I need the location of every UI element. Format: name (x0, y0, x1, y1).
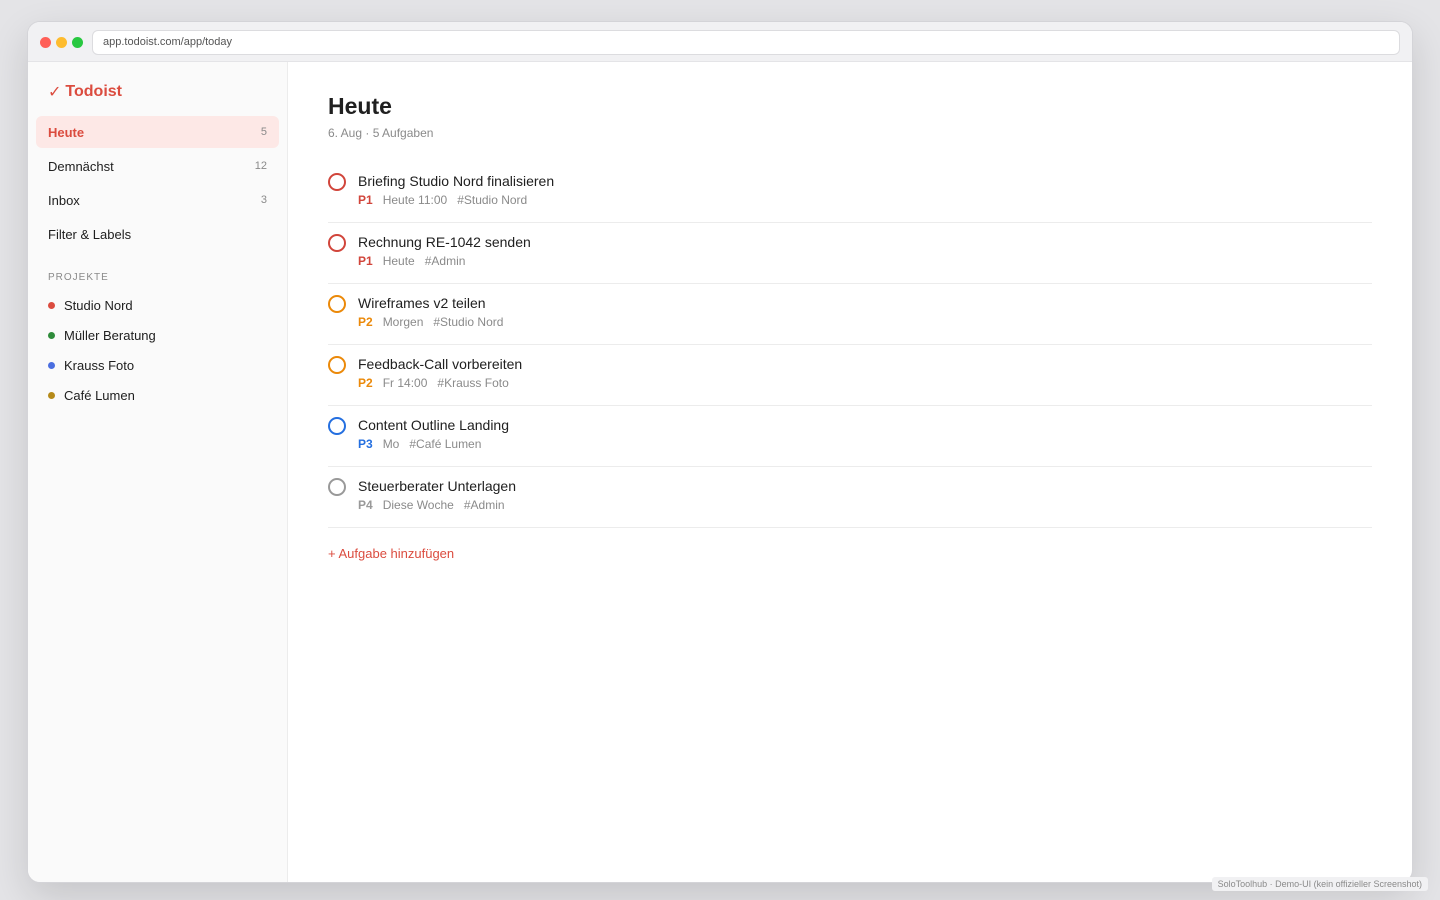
project-item-mueller-beratung[interactable]: Müller Beratung (36, 320, 279, 350)
projects-list: Studio Nord Müller Beratung Krauss Foto … (36, 290, 279, 410)
task-meta: P3 Mo #Café Lumen (358, 437, 509, 451)
sidebar-item-inbox[interactable]: Inbox 3 (36, 184, 279, 216)
task-priority: P3 (358, 437, 373, 451)
task-project-tag[interactable]: #Studio Nord (457, 193, 527, 207)
sidebar-item-filter-labels[interactable]: Filter & Labels (36, 218, 279, 250)
task-complete-checkbox[interactable] (328, 173, 346, 191)
task-body: Rechnung RE-1042 senden P1 Heute #Admin (358, 233, 531, 268)
project-name: Krauss Foto (64, 357, 135, 373)
close-window-button[interactable] (40, 37, 51, 48)
task-title[interactable]: Wireframes v2 teilen (358, 294, 503, 312)
task-title[interactable]: Rechnung RE-1042 senden (358, 233, 531, 251)
brand-logo[interactable]: ✓ Todoist (48, 82, 279, 102)
project-name: Café Lumen (64, 387, 135, 403)
task-priority: P1 (358, 193, 373, 207)
task-project-tag[interactable]: #Admin (464, 498, 505, 512)
project-item-studio-nord[interactable]: Studio Nord (36, 290, 279, 320)
task-body: Steuerberater Unterlagen P4 Diese Woche … (358, 477, 516, 512)
project-name: Studio Nord (64, 297, 133, 313)
projects-heading: PROJEKTE (48, 272, 109, 283)
task-meta: P1 Heute 11:00 #Studio Nord (358, 193, 554, 207)
page-subtitle: 6. Aug · 5 Aufgaben (328, 126, 434, 140)
task-meta: P2 Morgen #Studio Nord (358, 315, 503, 329)
app-container: ✓ Todoist Heute 5 Demnächst 12 Inbox 3 F… (28, 62, 1412, 882)
address-bar[interactable]: app.todoist.com/app/today (92, 30, 1400, 55)
task-complete-checkbox[interactable] (328, 417, 346, 435)
sidebar-item-count: 5 (260, 126, 267, 138)
project-color-dot-icon (48, 391, 55, 399)
project-item-cafe-lumen[interactable]: Café Lumen (36, 380, 279, 410)
task-row[interactable]: Content Outline Landing P3 Mo #Café Lume… (328, 406, 1372, 467)
task-due-date[interactable]: Heute 11:00 (383, 193, 448, 207)
browser-window: app.todoist.com/app/today ✓ Todoist Heut… (28, 22, 1412, 882)
sidebar-item-label: Demnächst (48, 158, 114, 174)
minimize-window-button[interactable] (56, 37, 67, 48)
task-priority: P2 (358, 315, 373, 329)
sidebar-item-count: 3 (260, 194, 267, 206)
sidebar-item-heute[interactable]: Heute 5 (36, 116, 279, 148)
task-row[interactable]: Steuerberater Unterlagen P4 Diese Woche … (328, 467, 1372, 528)
task-priority: P2 (358, 376, 373, 390)
project-item-krauss-foto[interactable]: Krauss Foto (36, 350, 279, 380)
task-list: Briefing Studio Nord finalisieren P1 Heu… (328, 162, 1372, 528)
sidebar-item-label: Filter & Labels (48, 226, 132, 242)
task-body: Wireframes v2 teilen P2 Morgen #Studio N… (358, 294, 503, 329)
task-row[interactable]: Rechnung RE-1042 senden P1 Heute #Admin (328, 223, 1372, 284)
task-complete-checkbox[interactable] (328, 234, 346, 252)
task-title[interactable]: Steuerberater Unterlagen (358, 477, 516, 495)
sidebar-item-demnaechst[interactable]: Demnächst 12 (36, 150, 279, 182)
checkmark-icon: ✓ (48, 84, 62, 101)
main-content: Heute 6. Aug · 5 Aufgaben Briefing Studi… (288, 62, 1412, 882)
task-due-date[interactable]: Heute (383, 254, 415, 268)
task-project-tag[interactable]: #Studio Nord (433, 315, 503, 329)
task-title[interactable]: Feedback-Call vorbereiten (358, 355, 522, 373)
project-color-dot-icon (48, 361, 55, 369)
task-body: Feedback-Call vorbereiten P2 Fr 14:00 #K… (358, 355, 522, 390)
task-complete-checkbox[interactable] (328, 295, 346, 313)
sidebar-item-label: Inbox (48, 192, 80, 208)
task-due-date[interactable]: Mo (383, 437, 400, 451)
task-body: Briefing Studio Nord finalisieren P1 Heu… (358, 172, 554, 207)
sidebar-nav: Heute 5 Demnächst 12 Inbox 3 Filter & La… (36, 116, 279, 250)
task-due-date[interactable]: Fr 14:00 (383, 376, 428, 390)
task-complete-checkbox[interactable] (328, 356, 346, 374)
project-color-dot-icon (48, 301, 55, 309)
browser-chrome: app.todoist.com/app/today (28, 22, 1412, 62)
maximize-window-button[interactable] (72, 37, 83, 48)
project-color-dot-icon (48, 331, 55, 339)
task-row[interactable]: Wireframes v2 teilen P2 Morgen #Studio N… (328, 284, 1372, 345)
task-project-tag[interactable]: #Admin (425, 254, 466, 268)
task-title[interactable]: Content Outline Landing (358, 416, 509, 434)
task-project-tag[interactable]: #Café Lumen (409, 437, 481, 451)
task-due-date[interactable]: Morgen (383, 315, 424, 329)
task-meta: P4 Diese Woche #Admin (358, 498, 516, 512)
page-title: Heute (328, 93, 392, 119)
task-due-date[interactable]: Diese Woche (383, 498, 454, 512)
brand-name: Todoist (65, 83, 122, 100)
demo-footnote: SoloToolhub · Demo-UI (kein offizieller … (1211, 877, 1428, 891)
sidebar-item-count: 12 (254, 160, 267, 172)
task-meta: P2 Fr 14:00 #Krauss Foto (358, 376, 522, 390)
task-meta: P1 Heute #Admin (358, 254, 531, 268)
sidebar-item-label: Heute (48, 124, 85, 140)
task-priority: P4 (358, 498, 373, 512)
task-body: Content Outline Landing P3 Mo #Café Lume… (358, 416, 509, 451)
add-task-button[interactable]: + Aufgabe hinzufügen (328, 546, 454, 561)
project-name: Müller Beratung (64, 327, 156, 343)
task-priority: P1 (358, 254, 373, 268)
task-project-tag[interactable]: #Krauss Foto (437, 376, 508, 390)
task-complete-checkbox[interactable] (328, 478, 346, 496)
task-row[interactable]: Briefing Studio Nord finalisieren P1 Heu… (328, 162, 1372, 223)
task-row[interactable]: Feedback-Call vorbereiten P2 Fr 14:00 #K… (328, 345, 1372, 406)
task-title[interactable]: Briefing Studio Nord finalisieren (358, 172, 554, 190)
sidebar: ✓ Todoist Heute 5 Demnächst 12 Inbox 3 F… (28, 62, 288, 882)
